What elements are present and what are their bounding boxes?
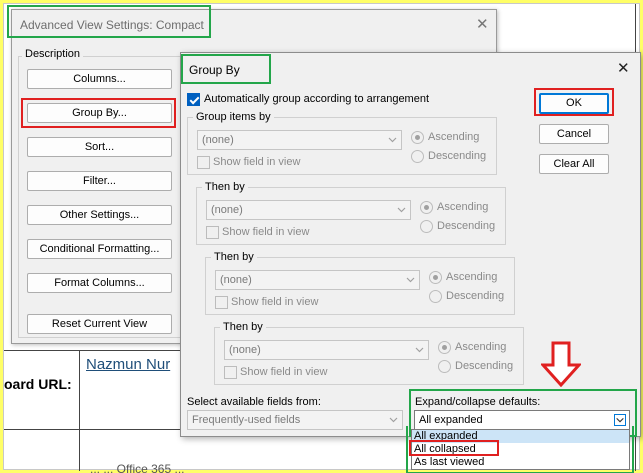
descending-label: Descending xyxy=(437,220,496,232)
other-settings-button[interactable]: Other Settings... xyxy=(27,205,172,225)
select-value: (none) xyxy=(211,204,243,216)
then-by-field-select[interactable]: (none) xyxy=(206,200,411,220)
show-field-checkbox[interactable] xyxy=(215,296,228,309)
ascending-radio[interactable] xyxy=(420,201,433,214)
group-field-select[interactable]: (none) xyxy=(197,130,402,150)
ascending-label: Ascending xyxy=(428,131,480,143)
board-url-label: oard URL: xyxy=(4,376,72,392)
chevron-down-icon xyxy=(388,137,397,143)
description-label: Description xyxy=(22,48,84,60)
select-value: (none) xyxy=(220,274,252,286)
ascending-radio[interactable] xyxy=(411,131,424,144)
expand-defaults-label: Expand/collapse defaults: xyxy=(415,396,541,408)
clear-all-button[interactable]: Clear All xyxy=(539,154,609,174)
fields-from-label: Select available fields from: xyxy=(187,396,321,408)
select-value: Frequently-used fields xyxy=(192,414,301,426)
sort-button[interactable]: Sort... xyxy=(27,137,172,157)
chevron-down-icon xyxy=(406,277,415,283)
dialog-title: Advanced View Settings: Compact xyxy=(20,18,204,32)
format-columns-button[interactable]: Format Columns... xyxy=(27,273,172,293)
close-icon[interactable]: ✕ xyxy=(476,15,489,33)
group-legend: Then by xyxy=(202,181,248,193)
chevron-down-icon xyxy=(614,414,626,426)
group-legend: Group items by xyxy=(193,111,274,123)
show-field-label: Show field in view xyxy=(213,156,301,168)
ascending-label: Ascending xyxy=(446,271,498,283)
ascending-label: Ascending xyxy=(437,201,489,213)
select-value: (none) xyxy=(202,134,234,146)
group-by-dialog: Group By ✕ Automatically group according… xyxy=(180,52,641,437)
ascending-label: Ascending xyxy=(455,341,507,353)
descending-label: Descending xyxy=(455,360,514,372)
select-value: (none) xyxy=(229,344,261,356)
conditional-formatting-button[interactable]: Conditional Formatting... xyxy=(27,239,172,259)
background-text: ... ... Office 365 ... xyxy=(90,462,185,473)
auto-group-label: Automatically group according to arrange… xyxy=(204,93,430,105)
select-value: All expanded xyxy=(419,414,483,426)
close-icon[interactable]: ✕ xyxy=(617,59,630,77)
columns-button[interactable]: Columns... xyxy=(27,69,172,89)
ascending-radio[interactable] xyxy=(438,341,451,354)
descending-radio[interactable] xyxy=(420,220,433,233)
then-by-field-select[interactable]: (none) xyxy=(224,340,429,360)
chevron-down-icon xyxy=(389,417,398,423)
show-field-checkbox[interactable] xyxy=(206,226,219,239)
show-field-checkbox[interactable] xyxy=(197,156,210,169)
dialog-title: Group By xyxy=(189,63,240,77)
ok-highlight-box xyxy=(534,88,614,116)
chevron-down-icon xyxy=(397,207,406,213)
cancel-button[interactable]: Cancel xyxy=(539,124,609,144)
ascending-radio[interactable] xyxy=(429,271,442,284)
chevron-down-icon xyxy=(415,347,424,353)
dropdown-option-as-last-viewed[interactable]: As last viewed xyxy=(412,456,629,469)
person-link[interactable]: Nazmun Nur xyxy=(86,356,170,373)
descending-radio[interactable] xyxy=(429,290,442,303)
screenshot-frame: Nazmun Nur oard URL: ... ... Office 365 … xyxy=(3,3,641,473)
all-collapsed-highlight-box xyxy=(409,440,499,456)
group-legend: Then by xyxy=(220,321,266,333)
show-field-label: Show field in view xyxy=(231,296,319,308)
fields-from-select[interactable]: Frequently-used fields xyxy=(187,410,403,430)
group-by-highlight-box xyxy=(21,98,176,128)
descending-radio[interactable] xyxy=(411,150,424,163)
show-field-checkbox[interactable] xyxy=(224,366,237,379)
descending-label: Descending xyxy=(428,150,487,162)
table-line xyxy=(79,350,80,471)
auto-group-checkbox[interactable] xyxy=(187,93,200,106)
show-field-label: Show field in view xyxy=(222,226,310,238)
descending-label: Descending xyxy=(446,290,505,302)
descending-radio[interactable] xyxy=(438,360,451,373)
reset-current-view-button[interactable]: Reset Current View xyxy=(27,314,172,334)
then-by-field-select[interactable]: (none) xyxy=(215,270,420,290)
group-legend: Then by xyxy=(211,251,257,263)
show-field-label: Show field in view xyxy=(240,366,328,378)
down-arrow-icon xyxy=(541,341,581,387)
filter-button[interactable]: Filter... xyxy=(27,171,172,191)
